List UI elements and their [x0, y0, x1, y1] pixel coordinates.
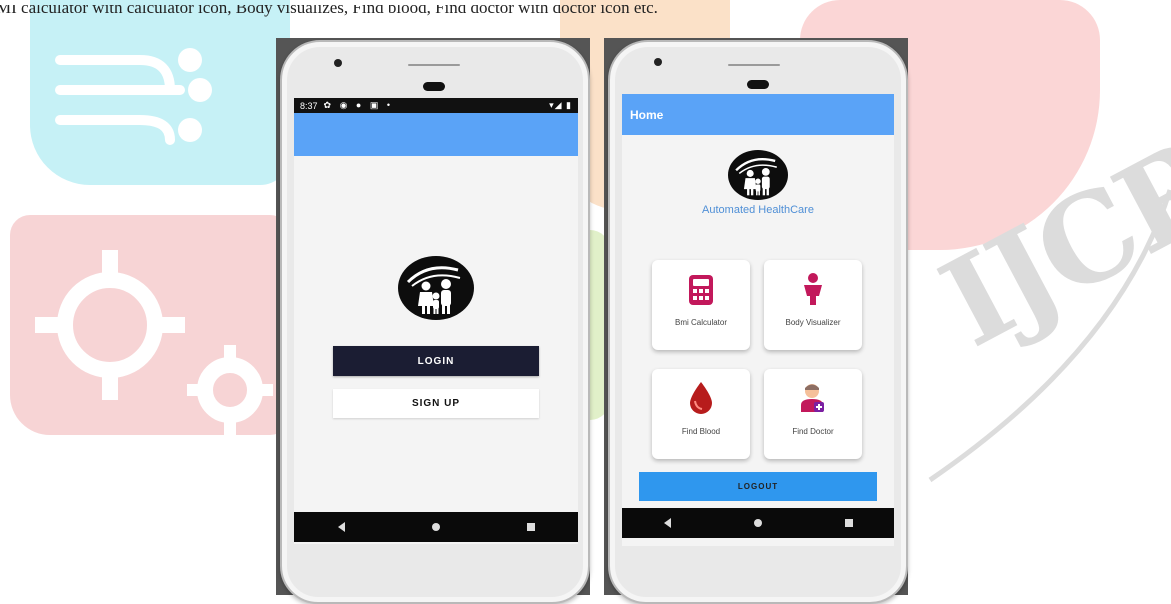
home-screen: Home Automated HealthCare Bmi Calculator…	[622, 94, 894, 546]
camera-icon	[334, 59, 342, 67]
gears-watermark-icon	[35, 250, 273, 435]
navigation-bar	[622, 508, 894, 538]
back-icon[interactable]	[337, 522, 345, 532]
card-find-blood[interactable]: Find Blood	[652, 369, 750, 459]
app-title: Automated HealthCare	[702, 204, 814, 216]
card-label: Body Visualizer	[785, 318, 841, 327]
home-icon[interactable]	[431, 523, 440, 531]
login-screen: 8:37 ✿ ◉ ● ▣ • ▾◢ ▮ LOGIN SIGN UP	[294, 98, 578, 544]
family-logo-icon	[398, 256, 474, 320]
home-icon[interactable]	[753, 519, 762, 527]
phone-login: 8:37 ✿ ◉ ● ▣ • ▾◢ ▮ LOGIN SIGN UP	[280, 40, 590, 604]
person-icon	[764, 272, 862, 306]
speaker-grille	[408, 64, 460, 66]
card-find-doctor[interactable]: Find Doctor	[764, 369, 862, 459]
circuit-watermark-icon	[55, 48, 212, 145]
app-bar	[294, 113, 578, 156]
recent-apps-icon[interactable]	[844, 519, 853, 527]
camera-icon	[654, 58, 662, 66]
app-bar: Home	[622, 94, 894, 135]
back-icon[interactable]	[663, 518, 671, 528]
card-bmi-calculator[interactable]: Bmi Calculator	[652, 260, 750, 350]
doctor-icon	[764, 383, 862, 413]
signup-button[interactable]: SIGN UP	[333, 389, 539, 418]
appbar-title: Home	[630, 107, 664, 122]
login-button[interactable]: LOGIN	[333, 346, 539, 376]
calculator-icon	[652, 274, 750, 306]
status-time: 8:37	[300, 100, 318, 111]
speaker-grille	[728, 64, 780, 66]
card-label: Find Doctor	[792, 427, 834, 436]
card-label: Bmi Calculator	[674, 318, 727, 327]
navigation-bar	[294, 512, 578, 542]
family-logo-icon	[728, 150, 788, 200]
status-notification-icons: ✿ ◉ ● ▣ •	[323, 100, 394, 110]
status-signal-battery-icons: ▾◢ ▮	[549, 100, 572, 110]
status-bar: 8:37 ✿ ◉ ● ▣ • ▾◢ ▮	[294, 98, 578, 113]
phone-home: Home Automated HealthCare Bmi Calculator…	[608, 40, 908, 604]
blood-drop-icon	[652, 381, 750, 415]
earpiece	[747, 80, 769, 89]
card-body-visualizer[interactable]: Body Visualizer	[764, 260, 862, 350]
recent-apps-icon[interactable]	[526, 523, 535, 531]
card-label: Find Blood	[681, 427, 721, 436]
logout-button[interactable]: LOGOUT	[639, 472, 877, 501]
earpiece	[423, 82, 445, 91]
